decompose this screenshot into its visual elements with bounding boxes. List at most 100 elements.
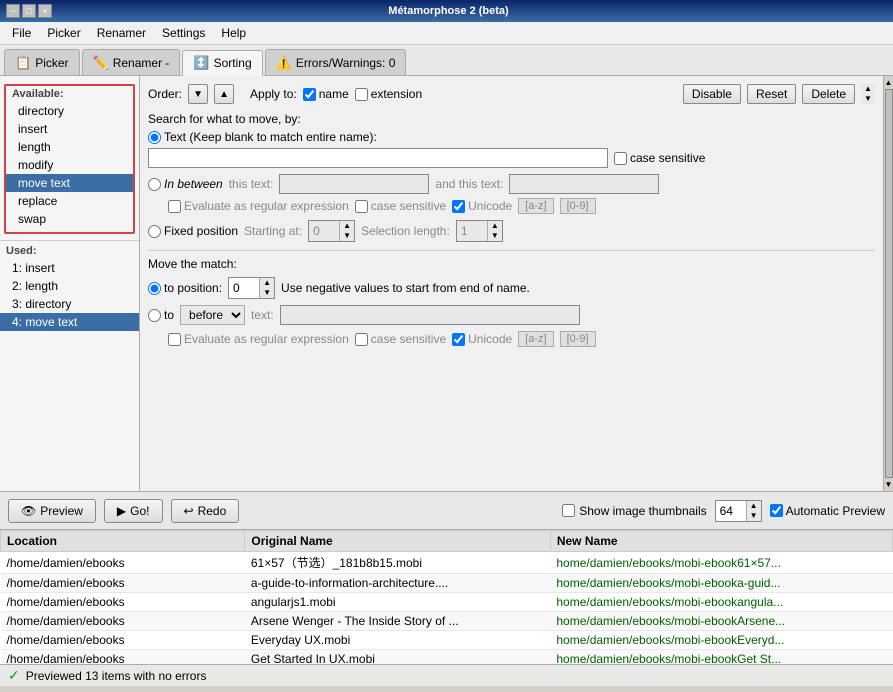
maximize-button[interactable]: □	[22, 4, 36, 18]
case-sensitive-check[interactable]: case sensitive	[614, 151, 705, 165]
fixed-position-radio[interactable]	[148, 225, 161, 238]
eval-case2-checkbox[interactable]	[355, 333, 368, 346]
eval-regex-check[interactable]: Evaluate as regular expression	[168, 199, 349, 213]
table-row[interactable]: /home/damien/ebooksa-guide-to-informatio…	[1, 574, 893, 593]
available-item-swap[interactable]: swap	[6, 210, 133, 228]
reset-button[interactable]: Reset	[747, 84, 796, 104]
eval-regex2-checkbox[interactable]	[168, 333, 181, 346]
starting-at-spin[interactable]: ▲ ▼	[308, 220, 355, 242]
to-radio-label[interactable]: to	[148, 308, 174, 322]
scroll-up-arrow[interactable]: ▲	[884, 78, 893, 87]
fixed-position-radio-label[interactable]: Fixed position	[148, 224, 238, 238]
close-button[interactable]: ×	[38, 4, 52, 18]
eval-case-check[interactable]: case sensitive	[355, 199, 446, 213]
available-item-movetext[interactable]: move text	[6, 174, 133, 192]
thumbnail-size-spin[interactable]: ▲ ▼	[715, 500, 762, 522]
this-text-input[interactable]	[279, 174, 429, 194]
show-thumbnails-checkbox[interactable]	[562, 504, 575, 517]
apply-name-check[interactable]: name	[303, 87, 349, 101]
minimize-button[interactable]: −	[6, 4, 20, 18]
to-position-down[interactable]: ▼	[260, 288, 274, 298]
menu-file[interactable]: File	[4, 24, 39, 42]
and-this-text-input[interactable]	[509, 174, 659, 194]
selection-length-up[interactable]: ▲	[488, 221, 502, 231]
eval-unicode2-checkbox[interactable]	[452, 333, 465, 346]
apply-name-checkbox[interactable]	[303, 88, 316, 101]
show-thumbnails-check[interactable]: Show image thumbnails	[562, 504, 706, 518]
to-position-spin[interactable]: ▲ ▼	[228, 277, 275, 299]
apply-extension-check[interactable]: extension	[355, 87, 422, 101]
text-radio-label[interactable]: Text (Keep blank to match entire name):	[148, 130, 377, 144]
09-2-btn[interactable]: [0-9]	[560, 331, 596, 347]
thumbnail-size-down[interactable]: ▼	[747, 511, 761, 521]
eval-unicode-check[interactable]: Unicode	[452, 199, 512, 213]
delete-button[interactable]: Delete	[802, 84, 855, 104]
available-item-length[interactable]: length	[6, 138, 133, 156]
tab-sorting[interactable]: ↕️ Sorting	[182, 50, 262, 76]
eval-unicode-checkbox[interactable]	[452, 200, 465, 213]
apply-extension-checkbox[interactable]	[355, 88, 368, 101]
selection-length-input[interactable]	[457, 222, 487, 240]
table-row[interactable]: /home/damien/ebooksGet Started In UX.mob…	[1, 650, 893, 665]
tab-picker[interactable]: 📋 Picker	[4, 49, 80, 75]
auto-preview-check[interactable]: Automatic Preview	[770, 504, 885, 518]
used-item-1[interactable]: 1: insert	[0, 259, 139, 277]
text-search-input[interactable]	[148, 148, 608, 168]
in-between-radio-label[interactable]: In between	[148, 177, 223, 191]
eval-case-checkbox[interactable]	[355, 200, 368, 213]
eval-regex-checkbox[interactable]	[168, 200, 181, 213]
available-item-directory[interactable]: directory	[6, 102, 133, 120]
scroll-down-arrow[interactable]: ▼	[884, 480, 893, 489]
before-after-select[interactable]: before after	[180, 305, 245, 325]
menu-renamer[interactable]: Renamer	[89, 24, 154, 42]
thumbnail-size-up[interactable]: ▲	[747, 501, 761, 511]
to-position-radio[interactable]	[148, 282, 161, 295]
az2-btn[interactable]: [a-z]	[518, 331, 553, 347]
to-position-input[interactable]	[229, 279, 259, 297]
to-position-radio-label[interactable]: to position:	[148, 281, 222, 295]
window-controls[interactable]: − □ ×	[6, 4, 52, 18]
to-position-up[interactable]: ▲	[260, 278, 274, 288]
tab-errors[interactable]: ⚠️ Errors/Warnings: 0	[265, 49, 407, 75]
selection-length-spin[interactable]: ▲ ▼	[456, 220, 503, 242]
go-button[interactable]: ▶ Go!	[104, 499, 163, 523]
starting-at-up[interactable]: ▲	[340, 221, 354, 231]
eval-unicode2-check[interactable]: Unicode	[452, 332, 512, 346]
table-row[interactable]: /home/damien/ebooksEveryday UX.mobihome/…	[1, 631, 893, 650]
auto-preview-checkbox[interactable]	[770, 504, 783, 517]
menu-help[interactable]: Help	[213, 24, 254, 42]
table-row[interactable]: /home/damien/ebooks61×57（节选）_181b8b15.mo…	[1, 552, 893, 574]
selection-length-down[interactable]: ▼	[488, 231, 502, 241]
eval-regex2-check[interactable]: Evaluate as regular expression	[168, 332, 349, 346]
starting-at-input[interactable]	[309, 222, 339, 240]
right-scrollbar[interactable]: ▲ ▼	[883, 76, 893, 491]
menu-settings[interactable]: Settings	[154, 24, 213, 42]
disable-button[interactable]: Disable	[683, 84, 741, 104]
used-item-4[interactable]: 4: move text	[0, 313, 139, 331]
scroll-thumb[interactable]	[885, 89, 893, 478]
case-sensitive-checkbox[interactable]	[614, 152, 627, 165]
used-item-2[interactable]: 2: length	[0, 277, 139, 295]
available-item-modify[interactable]: modify	[6, 156, 133, 174]
available-item-insert[interactable]: insert	[6, 120, 133, 138]
thumbnail-size-input[interactable]	[716, 502, 746, 520]
az-btn[interactable]: [a-z]	[518, 198, 553, 214]
preview-button[interactable]: 👁 Preview	[8, 499, 96, 523]
order-down-btn[interactable]: ▼	[188, 84, 208, 104]
menu-picker[interactable]: Picker	[39, 24, 88, 42]
table-row[interactable]: /home/damien/ebooksangularjs1.mobihome/d…	[1, 593, 893, 612]
in-between-radio[interactable]	[148, 178, 161, 191]
to-radio[interactable]	[148, 309, 161, 322]
redo-button[interactable]: ↩ Redo	[171, 499, 240, 523]
table-row[interactable]: /home/damien/ebooksArsene Wenger - The I…	[1, 612, 893, 631]
available-item-replace[interactable]: replace	[6, 192, 133, 210]
to-text-input[interactable]	[280, 305, 580, 325]
tab-renamer[interactable]: ✏️ Renamer -	[82, 49, 181, 75]
delete-spin-up[interactable]: ▲	[861, 84, 875, 94]
text-radio[interactable]	[148, 131, 161, 144]
09-btn[interactable]: [0-9]	[560, 198, 596, 214]
eval-case2-check[interactable]: case sensitive	[355, 332, 446, 346]
delete-spin-down[interactable]: ▼	[861, 94, 875, 104]
order-up-btn[interactable]: ▲	[214, 84, 234, 104]
starting-at-down[interactable]: ▼	[340, 231, 354, 241]
